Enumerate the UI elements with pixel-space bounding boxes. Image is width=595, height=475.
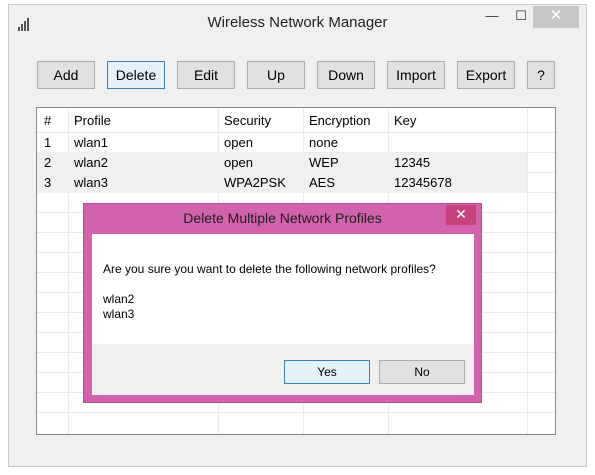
delete-button[interactable]: Delete — [107, 61, 165, 89]
help-button[interactable]: ? — [527, 61, 555, 89]
cell-security: open — [224, 135, 253, 150]
add-button[interactable]: Add — [37, 61, 95, 89]
cell-key: 12345678 — [394, 175, 452, 190]
no-button[interactable]: No — [379, 360, 465, 384]
dialog-title: Delete Multiple Network Profiles — [183, 210, 382, 226]
yes-button[interactable]: Yes — [284, 360, 370, 384]
column-header-number[interactable]: # — [44, 113, 51, 128]
dialog-close-button[interactable]: ✕ — [446, 205, 476, 225]
dialog-body: Are you sure you want to delete the foll… — [92, 234, 474, 395]
cell-profile: wlan3 — [74, 175, 108, 190]
delete-confirm-dialog: Delete Multiple Network Profiles ✕ Are y… — [83, 203, 482, 403]
cell-encryption: none — [309, 135, 338, 150]
cell-security: open — [224, 155, 253, 170]
minimize-button[interactable]: — — [479, 6, 505, 28]
column-header-security[interactable]: Security — [224, 113, 271, 128]
cell-number: 1 — [44, 135, 52, 150]
edit-button[interactable]: Edit — [177, 61, 235, 89]
dialog-message: Are you sure you want to delete the foll… — [103, 262, 436, 276]
cell-profile: wlan2 — [74, 155, 108, 170]
title-bar[interactable]: Wireless Network Manager — ☐ ✕ — [8, 4, 587, 36]
cell-profile: wlan1 — [74, 135, 108, 150]
down-button[interactable]: Down — [317, 61, 375, 89]
column-header-encryption[interactable]: Encryption — [309, 113, 370, 128]
dialog-profile-item: wlan2 — [103, 292, 135, 306]
up-button[interactable]: Up — [247, 61, 305, 89]
close-button[interactable]: ✕ — [533, 6, 579, 28]
column-header-profile[interactable]: Profile — [74, 113, 111, 128]
cell-security: WPA2PSK — [224, 175, 286, 190]
dialog-profile-item: wlan3 — [103, 307, 135, 321]
selected-row-highlight — [37, 153, 527, 173]
export-button[interactable]: Export — [457, 61, 515, 89]
cell-encryption: AES — [309, 175, 336, 190]
cell-key: 12345 — [394, 155, 431, 170]
cell-number: 2 — [44, 155, 52, 170]
cell-number: 3 — [44, 175, 52, 190]
maximize-button[interactable]: ☐ — [508, 6, 534, 28]
cell-encryption: WEP — [309, 155, 339, 170]
import-button[interactable]: Import — [387, 61, 445, 89]
dialog-content: Are you sure you want to delete the foll… — [92, 234, 474, 344]
column-header-key[interactable]: Key — [394, 113, 416, 128]
